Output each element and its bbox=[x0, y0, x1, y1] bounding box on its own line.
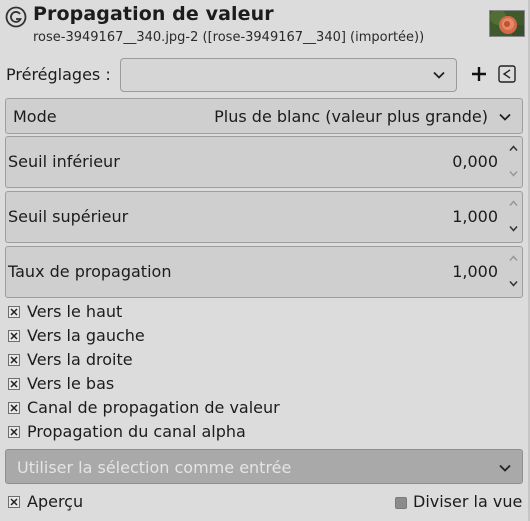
selection-input-label: Utiliser la sélection comme entrée bbox=[17, 458, 292, 477]
checkbox-label: Vers le bas bbox=[27, 374, 115, 393]
presets-label: Préréglages : bbox=[6, 65, 111, 84]
split-view-label: Diviser la vue bbox=[413, 492, 523, 511]
chevron-down-icon[interactable] bbox=[509, 225, 518, 232]
spinner-value[interactable]: 0,000 bbox=[452, 152, 498, 171]
chevron-down-icon bbox=[433, 71, 445, 79]
checkbox-checked-icon[interactable] bbox=[8, 402, 20, 414]
spinner-arrows[interactable] bbox=[504, 192, 522, 242]
image-thumbnail bbox=[489, 10, 525, 37]
selection-input-combo: Utiliser la sélection comme entrée bbox=[5, 449, 523, 484]
spinner-value[interactable]: 1,000 bbox=[452, 207, 498, 226]
lower-threshold-spinner[interactable]: Seuil inférieur 0,000 bbox=[5, 136, 523, 188]
preset-menu-icon[interactable] bbox=[498, 65, 516, 83]
spinner-label: Taux de propagation bbox=[8, 262, 172, 281]
add-preset-icon[interactable] bbox=[468, 63, 490, 85]
checkbox-label: Propagation du canal alpha bbox=[27, 422, 246, 441]
chevron-down-icon bbox=[499, 464, 511, 472]
checkbox-label: Canal de propagation de valeur bbox=[27, 398, 280, 417]
chevron-down-icon bbox=[499, 113, 511, 121]
dialog-header: Propagation de valeur rose-3949167__340.… bbox=[0, 0, 530, 50]
mode-combo[interactable]: Mode Plus de blanc (valeur plus grande) bbox=[5, 98, 523, 134]
gegl-operation-icon bbox=[5, 6, 27, 28]
checkbox-checked-icon[interactable] bbox=[8, 378, 20, 390]
preview-label: Aperçu bbox=[27, 492, 84, 511]
checkbox-checked-icon[interactable] bbox=[8, 306, 20, 318]
chevron-down-icon[interactable] bbox=[509, 170, 518, 177]
mode-value: Plus de blanc (valeur plus grande) bbox=[214, 107, 488, 126]
mode-label: Mode bbox=[13, 107, 57, 126]
spinner-label: Seuil inférieur bbox=[8, 152, 120, 171]
upper-threshold-spinner[interactable]: Seuil supérieur 1,000 bbox=[5, 191, 523, 243]
checkbox-checked-icon[interactable] bbox=[8, 496, 20, 508]
dialog-title: Propagation de valeur bbox=[33, 3, 274, 25]
checkbox-label: Vers la gauche bbox=[27, 326, 145, 345]
spinner-arrows[interactable] bbox=[504, 247, 522, 297]
presets-combo[interactable] bbox=[120, 58, 457, 92]
chevron-up-icon[interactable] bbox=[509, 255, 518, 262]
checkbox-checked-icon[interactable] bbox=[8, 426, 20, 438]
checkbox-checked-icon[interactable] bbox=[8, 354, 20, 366]
chevron-down-icon[interactable] bbox=[509, 280, 518, 287]
chevron-up-icon[interactable] bbox=[509, 145, 518, 152]
checkbox-unchecked-icon[interactable] bbox=[395, 497, 407, 509]
spinner-label: Seuil supérieur bbox=[8, 207, 129, 226]
chevron-up-icon[interactable] bbox=[509, 200, 518, 207]
propagation-rate-spinner[interactable]: Taux de propagation 1,000 bbox=[5, 246, 523, 298]
checkbox-label: Vers la droite bbox=[27, 350, 133, 369]
checkbox-label: Vers le haut bbox=[27, 302, 123, 321]
spinner-arrows[interactable] bbox=[504, 137, 522, 187]
image-subtitle: rose-3949167__340.jpg-2 ([rose-3949167__… bbox=[33, 30, 425, 45]
spinner-value[interactable]: 1,000 bbox=[452, 262, 498, 281]
checkbox-checked-icon[interactable] bbox=[8, 330, 20, 342]
